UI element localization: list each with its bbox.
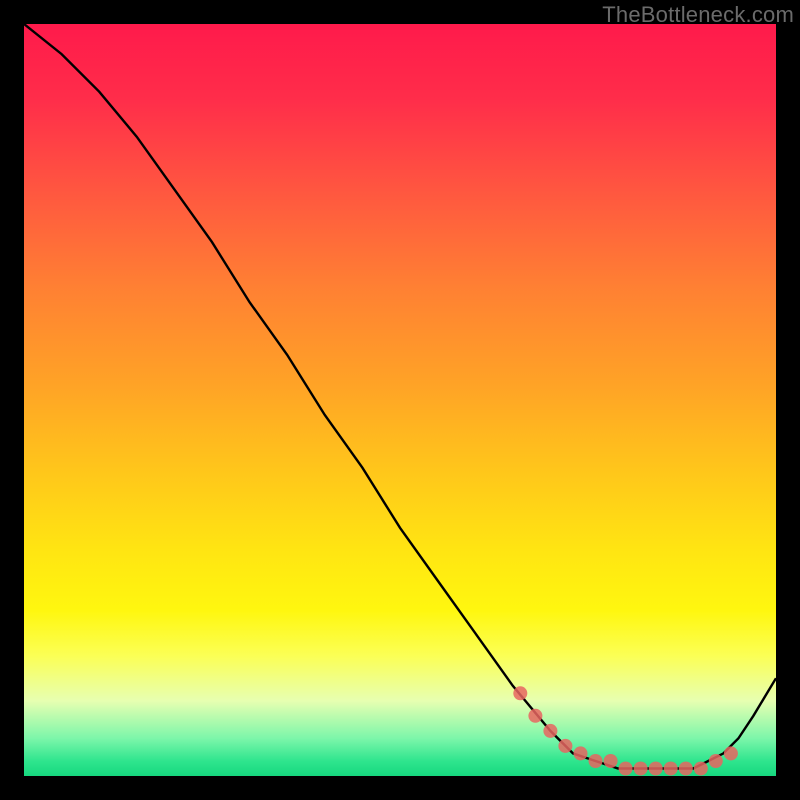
chart-marker: [619, 762, 633, 776]
chart-marker: [574, 746, 588, 760]
chart-marker: [589, 754, 603, 768]
chart-line-group: [24, 24, 776, 769]
chart-marker: [604, 754, 618, 768]
chart-marker: [664, 762, 678, 776]
chart-line: [24, 24, 776, 769]
chart-marker: [724, 746, 738, 760]
plot-area: [24, 24, 776, 776]
chart-marker: [634, 762, 648, 776]
chart-marker: [528, 709, 542, 723]
chart-marker: [709, 754, 723, 768]
chart-marker: [679, 762, 693, 776]
chart-frame: TheBottleneck.com: [0, 0, 800, 800]
chart-marker: [558, 739, 572, 753]
chart-svg: [24, 24, 776, 776]
chart-marker: [543, 724, 557, 738]
chart-marker: [649, 762, 663, 776]
chart-marker: [694, 762, 708, 776]
watermark-text: TheBottleneck.com: [602, 2, 794, 28]
chart-marker: [513, 686, 527, 700]
